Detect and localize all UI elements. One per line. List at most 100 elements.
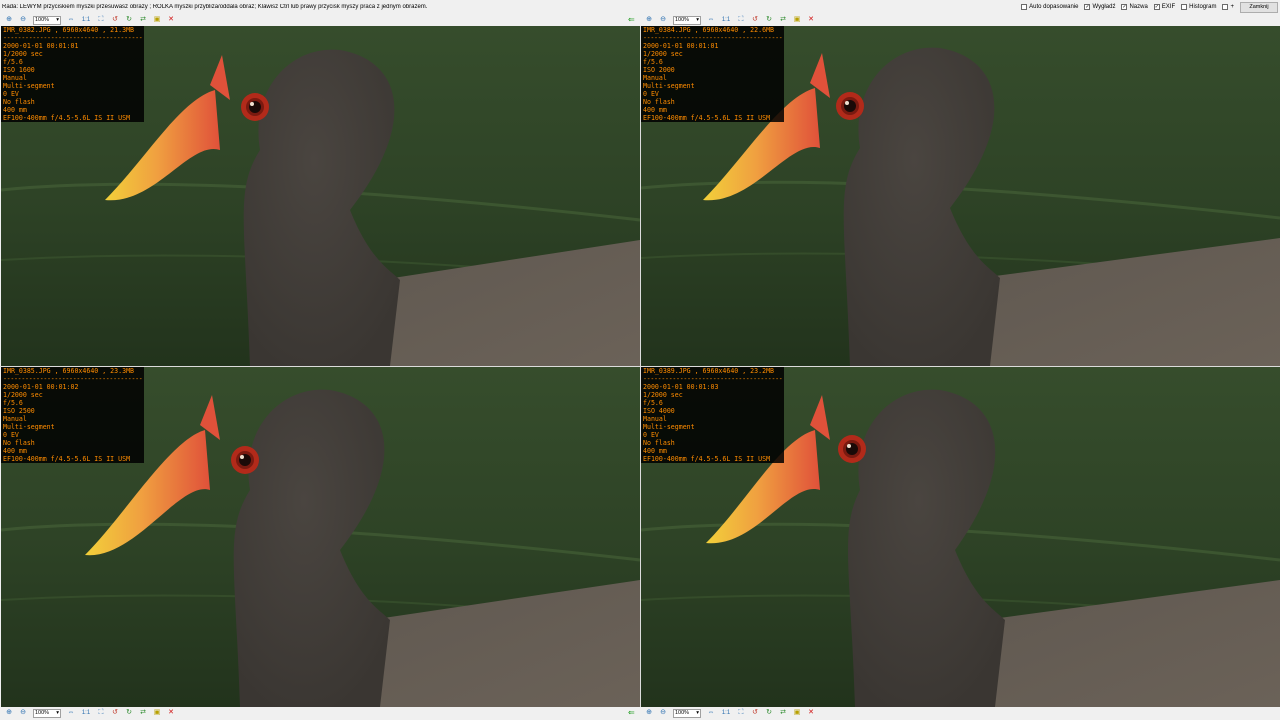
exif-ev: 0 EV: [3, 431, 19, 439]
actual-size-button[interactable]: 1:1: [721, 16, 731, 24]
zoom-in-icon[interactable]: ⊕: [645, 709, 653, 717]
rotate-right-icon[interactable]: ↻: [125, 709, 133, 717]
chevron-down-icon: ▾: [56, 17, 59, 23]
image-panel[interactable]: IMR_0382.JPG , 6960x4640 , 21.3MB -------…: [1, 26, 640, 366]
rotate-right-icon[interactable]: ↻: [765, 709, 773, 717]
exif-shutter: 1/2000 sec: [643, 50, 683, 58]
exif-checkbox[interactable]: ✓: [1153, 4, 1160, 10]
save-icon[interactable]: ▣: [153, 709, 161, 717]
zoom-out-icon[interactable]: ⊖: [659, 16, 667, 24]
zoom-in-icon[interactable]: ⊕: [645, 16, 653, 24]
option-smooth[interactable]: ✓ Wygładź: [1084, 4, 1115, 10]
rotate-left-icon[interactable]: ↺: [751, 709, 759, 717]
actual-size-button[interactable]: 1:1: [81, 16, 91, 24]
actual-size-button[interactable]: 1:1: [81, 709, 91, 717]
image-panel[interactable]: IMR_0384.JPG , 6960x4640 , 22.6MB -------…: [641, 26, 1280, 366]
flip-icon[interactable]: ⇄: [139, 709, 147, 717]
zoom-value: 100%: [35, 17, 50, 23]
exif-overlay: IMR_0389.JPG , 6960x4640 , 23.2MB -------…: [641, 367, 784, 463]
chevron-down-icon: ▾: [56, 710, 59, 716]
zoom-select[interactable]: 100% ▾: [33, 708, 61, 718]
exif-datetime: 2000-01-01 00:01:01: [643, 42, 719, 50]
image-panel[interactable]: IMR_0389.JPG , 6960x4640 , 23.2MB -------…: [641, 367, 1280, 707]
zoom-out-icon[interactable]: ⊖: [19, 709, 27, 717]
panel-toolbar: ⊕ ⊖ 100% ▾ ⇔ 1:1 ⛶ ↺ ↻ ⇄ ▣ ✕: [642, 707, 818, 719]
smooth-checkbox[interactable]: ✓: [1084, 4, 1091, 10]
zoom-in-icon[interactable]: ⊕: [5, 16, 13, 24]
save-icon[interactable]: ▣: [793, 709, 801, 717]
zoom-select[interactable]: 100% ▾: [673, 708, 701, 718]
fit-icon[interactable]: ⇔: [707, 709, 715, 717]
save-icon[interactable]: ▣: [153, 16, 161, 24]
exif-focal: 400 mm: [3, 447, 27, 455]
exif-aperture: f/5.6: [643, 58, 663, 66]
exif-flash: No flash: [3, 98, 35, 106]
zoom-select[interactable]: 100% ▾: [33, 15, 61, 25]
histogram-checkbox[interactable]: [1181, 4, 1188, 10]
flip-icon[interactable]: ⇄: [779, 709, 787, 717]
exif-focal: 400 mm: [643, 106, 667, 114]
arrow-left-icon[interactable]: ⇐: [628, 708, 635, 717]
close-panel-icon[interactable]: ✕: [167, 16, 175, 24]
rotate-left-icon[interactable]: ↺: [111, 16, 119, 24]
exif-mode: Manual: [643, 74, 667, 82]
rotate-right-icon[interactable]: ↻: [125, 16, 133, 24]
exif-overlay: IMR_0385.JPG , 6960x4640 , 23.3MB -------…: [1, 367, 144, 463]
top-bar: Rada: LEWYM przyciskiem myszki przesuwas…: [0, 0, 1280, 14]
close-panel-icon[interactable]: ✕: [167, 709, 175, 717]
fit-icon[interactable]: ⇔: [67, 709, 75, 717]
hint-text: Rada: LEWYM przyciskiem myszki przesuwas…: [2, 4, 428, 10]
fit-window-icon[interactable]: ⛶: [97, 16, 105, 24]
zoom-value: 100%: [675, 17, 690, 23]
exif-metering: Multi-segment: [3, 423, 55, 431]
exif-datetime: 2000-01-01 00:01:02: [3, 383, 79, 391]
exif-aperture: f/5.6: [643, 399, 663, 407]
option-plus[interactable]: +: [1222, 4, 1234, 10]
exif-overlay: IMR_0382.JPG , 6960x4640 , 21.3MB -------…: [1, 26, 144, 122]
fit-window-icon[interactable]: ⛶: [737, 16, 745, 24]
exif-focal: 400 mm: [643, 447, 667, 455]
zoom-value: 100%: [675, 710, 690, 716]
rotate-left-icon[interactable]: ↺: [111, 709, 119, 717]
flip-icon[interactable]: ⇄: [139, 16, 147, 24]
rotate-right-icon[interactable]: ↻: [765, 16, 773, 24]
close-button[interactable]: Zamknij: [1240, 1, 1278, 13]
exif-divider: ----------------------------------------: [643, 34, 782, 42]
fit-icon[interactable]: ⇔: [707, 16, 715, 24]
exif-divider: ----------------------------------------: [3, 375, 142, 383]
exif-mode: Manual: [3, 74, 27, 82]
rotate-left-icon[interactable]: ↺: [751, 16, 759, 24]
arrow-left-icon[interactable]: ⇐: [628, 15, 635, 24]
exif-metering: Multi-segment: [643, 423, 695, 431]
exif-ev: 0 EV: [643, 90, 659, 98]
auto-fit-checkbox[interactable]: [1021, 4, 1028, 10]
exif-iso: ISO 1600: [3, 66, 35, 74]
actual-size-button[interactable]: 1:1: [721, 709, 731, 717]
fit-window-icon[interactable]: ⛶: [97, 709, 105, 717]
save-icon[interactable]: ▣: [793, 16, 801, 24]
zoom-select[interactable]: 100% ▾: [673, 15, 701, 25]
exif-focal: 400 mm: [3, 106, 27, 114]
exif-mode: Manual: [3, 415, 27, 423]
zoom-in-icon[interactable]: ⊕: [5, 709, 13, 717]
zoom-out-icon[interactable]: ⊖: [19, 16, 27, 24]
option-exif[interactable]: ✓ EXIF: [1153, 4, 1175, 10]
close-panel-icon[interactable]: ✕: [807, 709, 815, 717]
exif-iso: ISO 2500: [3, 407, 35, 415]
plus-checkbox[interactable]: [1222, 4, 1229, 10]
option-name[interactable]: ✓ Nazwa: [1121, 4, 1148, 10]
fit-icon[interactable]: ⇔: [67, 16, 75, 24]
exif-divider: ----------------------------------------: [3, 34, 142, 42]
fit-window-icon[interactable]: ⛶: [737, 709, 745, 717]
name-checkbox[interactable]: ✓: [1121, 4, 1128, 10]
close-panel-icon[interactable]: ✕: [807, 16, 815, 24]
option-auto-fit[interactable]: Auto dopasowanie: [1021, 4, 1078, 10]
flip-icon[interactable]: ⇄: [779, 16, 787, 24]
option-histogram[interactable]: Histogram: [1181, 4, 1216, 10]
image-panel[interactable]: IMR_0385.JPG , 6960x4640 , 23.3MB -------…: [1, 367, 640, 707]
exif-divider: ----------------------------------------: [643, 375, 782, 383]
exif-lens: EF100-400mm f/4.5-5.6L IS II USM: [643, 455, 771, 463]
file-title: IMR_0384.JPG , 6960x4640 , 22.6MB: [643, 26, 775, 34]
exif-ev: 0 EV: [3, 90, 19, 98]
zoom-out-icon[interactable]: ⊖: [659, 709, 667, 717]
